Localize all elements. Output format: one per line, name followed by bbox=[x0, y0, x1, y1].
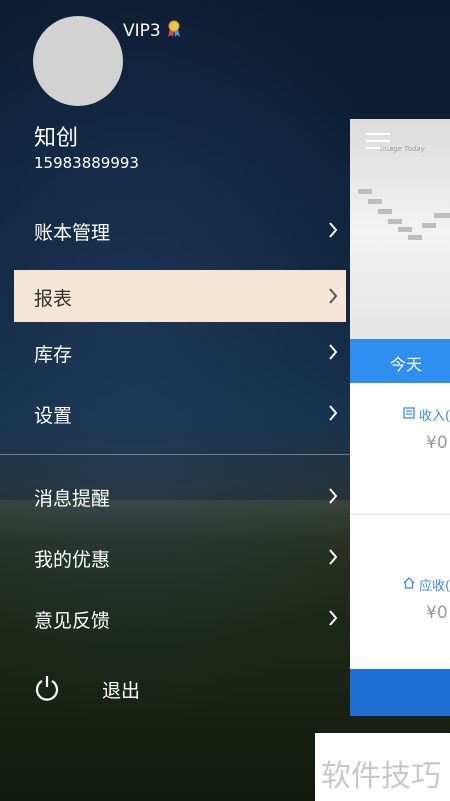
avatar[interactable] bbox=[33, 16, 123, 106]
medal-icon bbox=[168, 20, 181, 37]
content-divider bbox=[350, 514, 450, 515]
menu-item-label: 账本管理 bbox=[34, 222, 111, 244]
banner-caption: Image Today bbox=[380, 145, 425, 153]
menu-divider bbox=[0, 454, 350, 455]
receivable-value: ¥0 bbox=[426, 603, 448, 623]
menu-item-label: 意见反馈 bbox=[34, 610, 111, 632]
user-name: 知创 bbox=[34, 126, 79, 151]
menu-item-label: 我的优惠 bbox=[34, 549, 111, 571]
chevron-right-icon bbox=[329, 344, 338, 360]
menu-item-label: 设置 bbox=[34, 405, 73, 427]
menu-item-label: 库存 bbox=[34, 344, 73, 366]
receipt-icon bbox=[403, 407, 415, 419]
chevron-right-icon bbox=[329, 405, 338, 421]
menu-item-reports[interactable]: 报表 bbox=[14, 270, 346, 322]
home-icon bbox=[403, 577, 415, 589]
bottom-action-bar[interactable] bbox=[350, 669, 450, 716]
watermark-text: 软件技巧 bbox=[321, 759, 441, 794]
vip-badge: VIP3 bbox=[123, 20, 181, 41]
stairs-illustration bbox=[358, 189, 450, 240]
menu-item-ledger-management[interactable]: 账本管理 bbox=[14, 204, 346, 256]
menu-item-label: 报表 bbox=[34, 288, 73, 310]
income-label: 收入( bbox=[419, 409, 450, 424]
chevron-right-icon bbox=[329, 610, 338, 626]
menu-item-feedback[interactable]: 意见反馈 bbox=[14, 592, 346, 644]
power-icon bbox=[35, 676, 59, 701]
tab-today-label: 今天 bbox=[390, 355, 423, 374]
side-drawer: VIP3 知创 15983889993 账本管理 报表 库存 设置 消息提醒 我… bbox=[0, 0, 350, 801]
chevron-right-icon bbox=[329, 488, 338, 504]
logout-button[interactable]: 退出 bbox=[30, 668, 230, 708]
menu-item-inventory[interactable]: 库存 bbox=[14, 326, 346, 378]
main-content-panel: Image Today 今天 收入( ¥0 应收(¥0 bbox=[350, 119, 450, 716]
tab-today[interactable]: 今天 bbox=[350, 339, 450, 383]
chevron-right-icon bbox=[329, 222, 338, 238]
menu-item-my-discounts[interactable]: 我的优惠 bbox=[14, 531, 346, 583]
chevron-right-icon bbox=[329, 549, 338, 565]
vip-level-text: VIP3 bbox=[123, 21, 161, 41]
chevron-right-icon bbox=[329, 288, 338, 304]
logout-label: 退出 bbox=[102, 680, 141, 702]
income-value: ¥0 bbox=[426, 433, 448, 453]
header-banner: Image Today bbox=[350, 119, 450, 339]
menu-item-notifications[interactable]: 消息提醒 bbox=[14, 470, 346, 522]
menu-item-label: 消息提醒 bbox=[34, 488, 111, 510]
watermark: 软件技巧 bbox=[315, 733, 450, 801]
user-phone: 15983889993 bbox=[34, 154, 139, 172]
receivable-label: 应收( bbox=[419, 579, 450, 594]
menu-item-settings[interactable]: 设置 bbox=[14, 387, 346, 439]
